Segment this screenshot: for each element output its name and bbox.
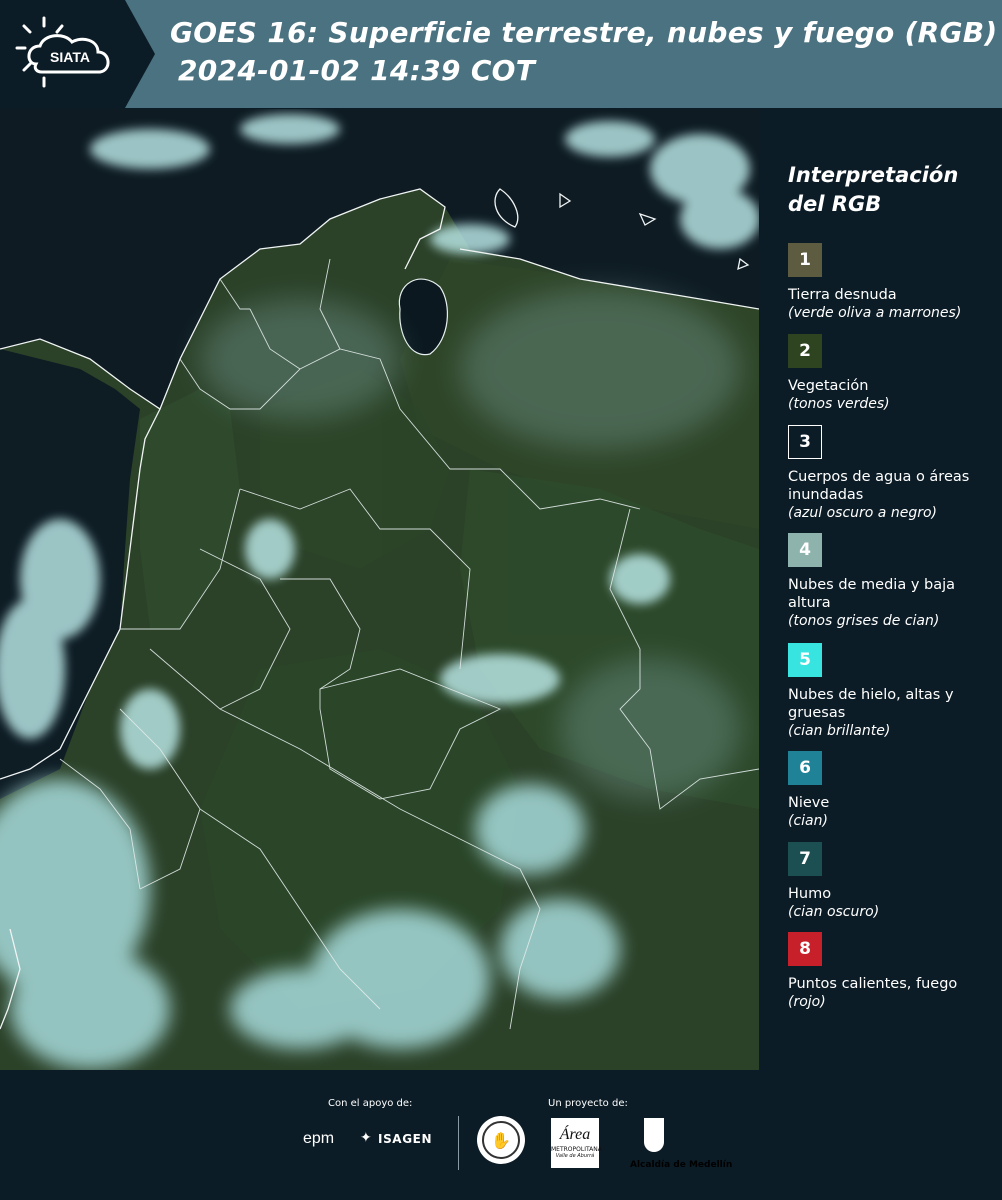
isagen-icon: ✦ [360,1130,372,1146]
legend-sub-5: (cian brillante) [788,723,891,739]
title-line-2-timestamp: 2024-01-02 14:39 COT [178,54,536,87]
satellite-map[interactable] [0,109,759,1070]
legend-swatch-3: 3 [788,425,822,459]
legend-title-line-1: Interpretación [788,163,959,187]
support-label: Con el apoyo de: [328,1098,413,1109]
legend-label-2: Vegetación [788,378,869,394]
legend-sub-1: (verde oliva a marrones) [788,305,962,321]
legend-sub-6: (cian) [788,813,828,829]
siata-logo-text: SIATA [50,49,90,65]
legend-swatch-4: 4 [788,533,822,567]
title-line-1: GOES 16: Superficie terrestre, nubes y f… [170,16,998,49]
legend-item-vegetation: 2 Vegetación (tonos verdes) [788,334,998,413]
footer-divider [458,1116,459,1170]
legend-label-1: Tierra desnuda [788,287,897,303]
footer: Con el apoyo de: Un proyecto de: epm ✦ I… [0,1070,1002,1200]
legend-label-6: Nieve [788,795,830,811]
header: SIATA GOES 16: Superficie terrestre, nub… [0,0,1002,108]
legend-swatch-6: 6 [788,751,822,785]
lake-maracaibo [398,278,448,356]
university-seal-logo[interactable]: ✋ [477,1116,525,1164]
legend-item-bare-ground: 1 Tierra desnuda (verde oliva a marrones… [788,243,998,322]
legend-swatch-7: 7 [788,842,822,876]
legend-label-8: Puntos calientes, fuego [788,976,958,992]
legend-swatch-5: 5 [788,643,822,677]
area-metropolitana-logo[interactable]: Área METROPOLITANA Valle de Aburrá [551,1118,602,1168]
area-logo-text: Área [559,1126,591,1143]
legend-sub-2: (tonos verdes) [788,396,890,412]
legend-swatch-1: 1 [788,243,822,277]
legend-label-3: Cuerpos de agua o áreas inundadas [788,469,970,503]
epm-logo[interactable]: epm [303,1130,334,1148]
shield-icon [644,1118,664,1152]
isagen-logo-text: ISAGEN [378,1132,433,1146]
legend-swatch-8: 8 [788,932,822,966]
legend-title-line-2: del RGB [788,192,882,216]
legend-item-water: 3 Cuerpos de agua o áreas inundadas (azu… [788,425,998,522]
legend-item-fire: 8 Puntos calientes, fuego (rojo) [788,932,998,1011]
siata-logo[interactable]: SIATA [0,0,155,108]
legend-swatch-2: 2 [788,334,822,368]
legend-sub-8: (rojo) [788,994,826,1010]
project-label: Un proyecto de: [548,1098,628,1109]
isagen-logo[interactable]: ✦ ISAGEN [360,1128,440,1152]
legend-title: Interpretación del RGB [788,161,958,219]
legend-item-smoke: 7 Humo (cian oscuro) [788,842,998,921]
legend-panel: Interpretación del RGB 1 Tierra desnuda … [760,109,1002,1070]
legend-item-snow: 6 Nieve (cian) [788,751,998,830]
legend-label-5: Nubes de hielo, altas y gruesas [788,687,954,721]
area-logo-sub2: Valle de Aburrá [555,1153,595,1159]
legend-label-7: Humo [788,886,832,902]
legend-sub-4: (tonos grises de cian) [788,613,940,629]
area-logo-sub: METROPOLITANA [551,1146,602,1153]
legend-sub-3: (azul oscuro a negro) [788,505,937,521]
alcaldia-logo-text: Alcaldía de Medellín [630,1160,733,1170]
page-title: GOES 16: Superficie terrestre, nubes y f… [170,14,998,90]
legend-sub-7: (cian oscuro) [788,904,880,920]
legend-label-4: Nubes de media y baja altura [788,577,956,611]
alcaldia-medellin-logo[interactable]: Alcaldía de Medellín [630,1118,732,1178]
seal-icon: ✋ [482,1121,520,1159]
legend-item-low-clouds: 4 Nubes de media y baja altura (tonos gr… [788,533,998,630]
legend-item-ice-clouds: 5 Nubes de hielo, altas y gruesas (cian … [788,643,998,740]
